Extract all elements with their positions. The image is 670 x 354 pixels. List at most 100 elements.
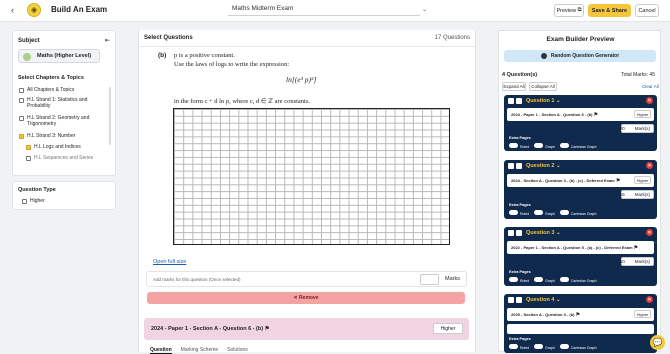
ruled-toggle[interactable]: Ruled xyxy=(509,277,529,283)
move-up-icon[interactable] xyxy=(508,163,514,169)
level-badge: Higher xyxy=(634,176,651,184)
marks-prompt: Add marks for this question (Once select… xyxy=(153,277,241,282)
chevron-left-icon[interactable]: ‹ xyxy=(655,240,657,246)
question-formula: ln[(e³ p)⁵] xyxy=(286,75,317,84)
move-down-icon[interactable] xyxy=(516,297,522,303)
question-card[interactable]: Question 2 ⌄ ✕ 2024 - Section A - Questi… xyxy=(504,160,657,219)
chat-icon[interactable]: 💬 xyxy=(650,335,665,350)
question-source: 2025 - Section A - Question 3 - (b) ⚑ xyxy=(511,312,581,318)
marks-input[interactable]: 15 Mark(s) xyxy=(620,190,654,199)
question-type-heading: Question Type xyxy=(18,187,56,193)
ruled-toggle[interactable]: Ruled xyxy=(509,143,529,149)
question-card-title: Question 4 ⌄ xyxy=(526,297,561,303)
scrollbar[interactable] xyxy=(109,87,111,145)
move-down-icon[interactable] xyxy=(516,98,522,104)
marks-input[interactable]: 20 Mark(s) xyxy=(620,124,654,133)
question-source-row: 2024 - Paper 1 - Section A - Question 6 … xyxy=(507,108,654,121)
collapse-all-button[interactable]: Collapse All xyxy=(529,82,557,91)
question-total: 4 Question(s) xyxy=(502,72,538,78)
question-card[interactable]: Question 1 ⌄ ✕ 2024 - Paper 1 - Section … xyxy=(504,95,657,151)
question-card-head: Question 1 ⌄ ✕ xyxy=(504,95,657,108)
topic-strand-2[interactable]: H.L Strand 2: Geometry and Trigonometry xyxy=(19,115,97,127)
cartesian-toggle[interactable]: Cartesian Graph xyxy=(559,277,597,283)
checkbox[interactable] xyxy=(19,133,24,139)
topic-strand-1[interactable]: H.L Strand 1: Statistics and Probability xyxy=(19,97,97,109)
move-up-icon[interactable] xyxy=(508,98,514,104)
cartesian-toggle[interactable]: Cartesian Graph xyxy=(559,210,597,216)
ruled-toggle[interactable]: Ruled xyxy=(509,344,529,350)
topic-sequences[interactable]: H.L Sequences and Series xyxy=(26,155,93,161)
question-card[interactable]: Question 4 ⌄ ✕ 2025 - Section A - Questi… xyxy=(504,294,657,353)
tab-marking-scheme[interactable]: Marking Scheme xyxy=(181,347,219,354)
cartesian-toggle[interactable]: Cartesian Graph xyxy=(559,344,597,350)
tab-question[interactable]: Question xyxy=(150,347,172,354)
question-card[interactable]: Question 3 ⌄ ✕ 2022 - Paper 1 - Section … xyxy=(504,227,657,286)
question-text-line-1: p is a positive constant. xyxy=(174,52,235,59)
divider xyxy=(139,46,477,47)
move-up-icon[interactable] xyxy=(508,230,514,236)
move-down-icon[interactable] xyxy=(516,230,522,236)
level-badge: Higher xyxy=(634,110,651,118)
open-full-size-link[interactable]: Open full size xyxy=(153,259,186,265)
question-count: 17 Questions xyxy=(434,35,470,41)
flag-icon: ⚑ xyxy=(615,178,621,184)
topic-all[interactable]: All Chapters & Topics xyxy=(19,87,74,93)
move-up-icon[interactable] xyxy=(508,297,514,303)
checkbox[interactable] xyxy=(22,198,27,204)
topics-heading: Select Chapters & Topics xyxy=(18,75,84,81)
cancel-button[interactable]: Cancel xyxy=(635,4,659,17)
question-source-row: 2022 - Paper 1 - Section A - Question 5 … xyxy=(507,241,654,254)
delete-icon[interactable]: ✕ xyxy=(646,296,653,303)
marks-input[interactable]: 10 Mark(s) xyxy=(620,257,654,266)
move-down-icon[interactable] xyxy=(516,163,522,169)
flag-icon: ⚑ xyxy=(264,326,270,332)
flag-icon: ⚑ xyxy=(633,245,639,251)
chevron-down-icon[interactable]: ⌄ xyxy=(422,6,427,13)
graph-toggle[interactable]: Graph xyxy=(534,210,555,216)
extra-pages-label: Extra Pages xyxy=(509,337,531,341)
save-share-button[interactable]: Save & Share xyxy=(588,4,631,17)
remove-button[interactable]: ✕ Remove xyxy=(147,292,465,304)
question-card-title: Question 2 ⌄ xyxy=(526,163,561,169)
dice-icon xyxy=(540,53,547,59)
question-card-head: Question 3 ⌄ ✕ xyxy=(504,227,657,240)
checkbox[interactable] xyxy=(19,87,24,93)
collapse-panel-icon[interactable]: ⇤ xyxy=(105,37,110,44)
extra-pages-label: Extra Pages xyxy=(509,136,531,140)
checkbox[interactable] xyxy=(26,144,31,150)
delete-icon[interactable]: ✕ xyxy=(646,162,653,169)
marks-input[interactable] xyxy=(420,274,439,285)
checkbox[interactable] xyxy=(19,115,24,121)
graph-toggle[interactable]: Graph xyxy=(534,143,555,149)
subject-select[interactable]: Maths (Higher Level) xyxy=(18,49,100,63)
question-source-row: 2024 - Section A - Question 3 - (b) - (c… xyxy=(507,174,654,187)
select-questions-heading: Select Questions xyxy=(144,35,193,41)
marks-label: Marks xyxy=(445,276,460,282)
clear-all-link[interactable]: Clear All xyxy=(642,84,659,89)
random-generator-button[interactable]: Random Question Generator xyxy=(504,50,656,62)
marks-row: Add marks for this question (Once select… xyxy=(146,271,467,287)
exam-preview-panel: Exam Builder Preview Random Question Gen… xyxy=(498,30,661,353)
marks-input[interactable] xyxy=(507,324,654,334)
topic-strand-3[interactable]: H.L Strand 3: Number xyxy=(19,133,75,139)
cartesian-toggle[interactable]: Cartesian Graph xyxy=(559,143,597,149)
checkbox[interactable] xyxy=(26,155,31,161)
question-source-row: 2025 - Section A - Question 3 - (b) ⚑ Hi… xyxy=(507,308,654,321)
delete-icon[interactable]: ✕ xyxy=(646,229,653,236)
delete-icon[interactable]: ✕ xyxy=(646,97,653,104)
preview-button[interactable]: Preview ⧉ xyxy=(554,4,584,17)
extra-pages-toggles: Ruled Graph Cartesian Graph xyxy=(509,210,597,216)
back-icon[interactable]: ‹ xyxy=(11,5,14,15)
topic-logs[interactable]: H.L Logs and Indices xyxy=(26,144,81,150)
expand-all-button[interactable]: Expand All xyxy=(502,82,526,91)
question-type-higher[interactable]: Higher xyxy=(22,198,45,204)
graph-toggle[interactable]: Graph xyxy=(534,344,555,350)
question-card-header[interactable]: 2024 - Paper 1 - Section A - Question 6 … xyxy=(144,318,469,340)
checkbox[interactable] xyxy=(19,97,24,103)
flag-icon: ⚑ xyxy=(575,312,581,318)
ruled-toggle[interactable]: Ruled xyxy=(509,210,529,216)
graph-toggle[interactable]: Graph xyxy=(534,277,555,283)
question-card-title: Question 3 ⌄ xyxy=(526,230,561,236)
exam-name-field[interactable]: Maths Midterm Exam xyxy=(228,3,420,16)
tab-solutions[interactable]: Solutions xyxy=(227,347,248,354)
